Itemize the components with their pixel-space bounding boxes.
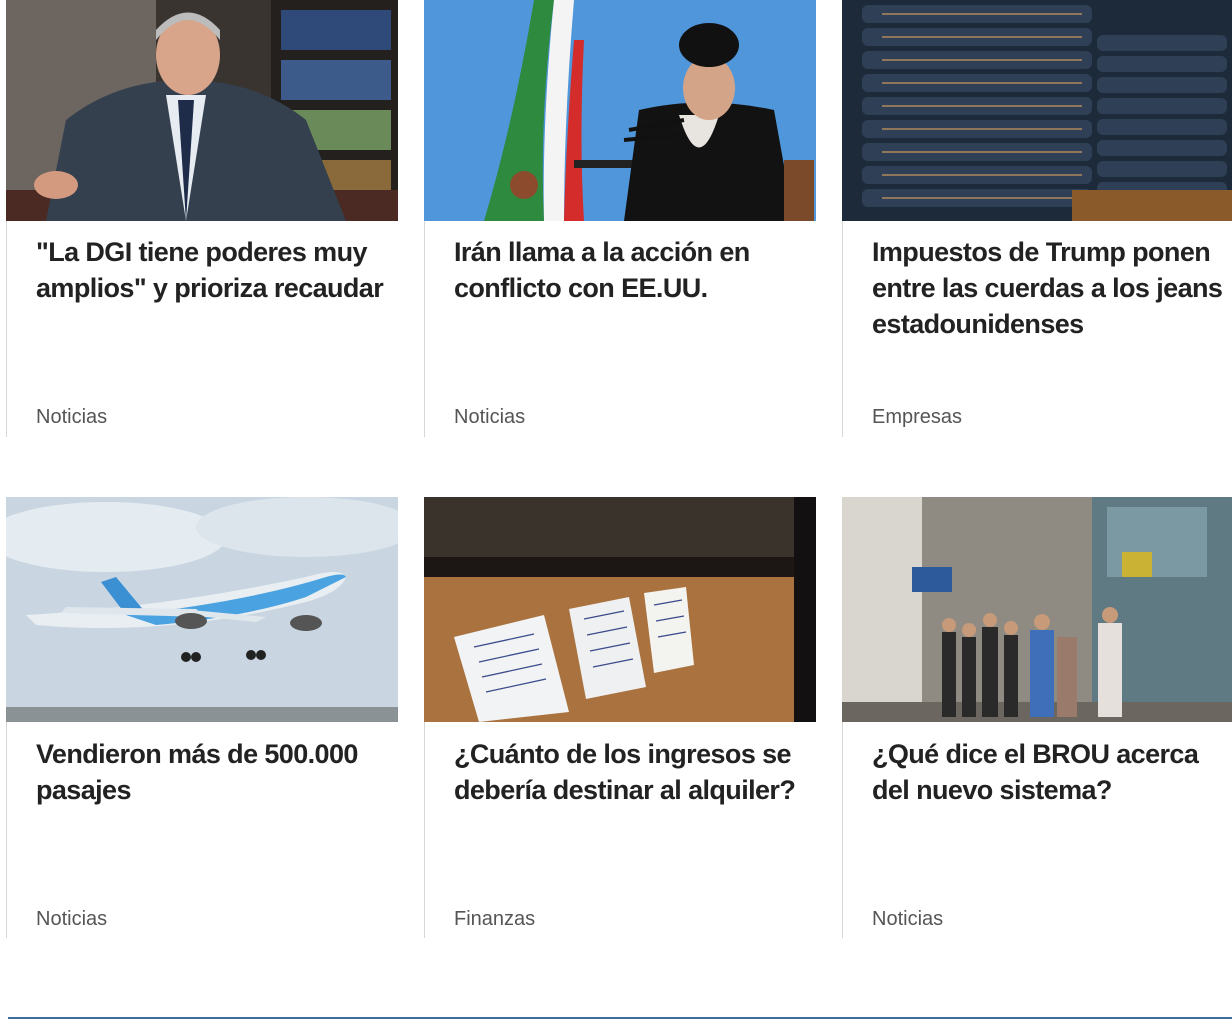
article-card[interactable]: ¿Qué dice el BROU acerca del nuevo siste… (842, 497, 1232, 938)
article-card[interactable]: Irán llama a la acción en conflicto con … (424, 0, 816, 440)
article-headline[interactable]: Vendieron más de 500.000 pasajes (36, 736, 392, 808)
article-headline[interactable]: ¿Cuánto de los ingresos se debería desti… (454, 736, 810, 808)
article-section[interactable]: Noticias (454, 406, 525, 429)
article-image[interactable] (842, 497, 1232, 722)
article-section[interactable]: Noticias (872, 908, 943, 931)
card-divider (842, 722, 843, 938)
article-card[interactable]: Impuestos de Trump ponen entre las cuerd… (842, 0, 1232, 440)
card-divider (842, 221, 843, 437)
article-card[interactable]: Vendieron más de 500.000 pasajes Noticia… (6, 497, 398, 938)
article-image[interactable] (6, 0, 398, 221)
card-divider (6, 722, 7, 938)
article-headline[interactable]: Irán llama a la acción en conflicto con … (454, 234, 810, 306)
article-image[interactable] (842, 0, 1232, 221)
section-divider (8, 1017, 1232, 1019)
article-section[interactable]: Noticias (36, 908, 107, 931)
article-headline[interactable]: "La DGI tiene poderes muy amplios" y pri… (36, 234, 392, 306)
article-section[interactable]: Finanzas (454, 908, 535, 931)
article-section[interactable]: Noticias (36, 406, 107, 429)
card-divider (424, 722, 425, 938)
article-headline[interactable]: Impuestos de Trump ponen entre las cuerd… (872, 234, 1228, 342)
article-image[interactable] (424, 0, 816, 221)
article-card[interactable]: "La DGI tiene poderes muy amplios" y pri… (6, 0, 398, 440)
article-section[interactable]: Empresas (872, 406, 962, 429)
article-image[interactable] (6, 497, 398, 722)
news-grid: "La DGI tiene poderes muy amplios" y pri… (0, 0, 1232, 1025)
article-image[interactable] (424, 497, 816, 722)
card-divider (424, 221, 425, 437)
card-divider (6, 221, 7, 437)
article-headline[interactable]: ¿Qué dice el BROU acerca del nuevo siste… (872, 736, 1228, 808)
article-card[interactable]: ¿Cuánto de los ingresos se debería desti… (424, 497, 816, 938)
